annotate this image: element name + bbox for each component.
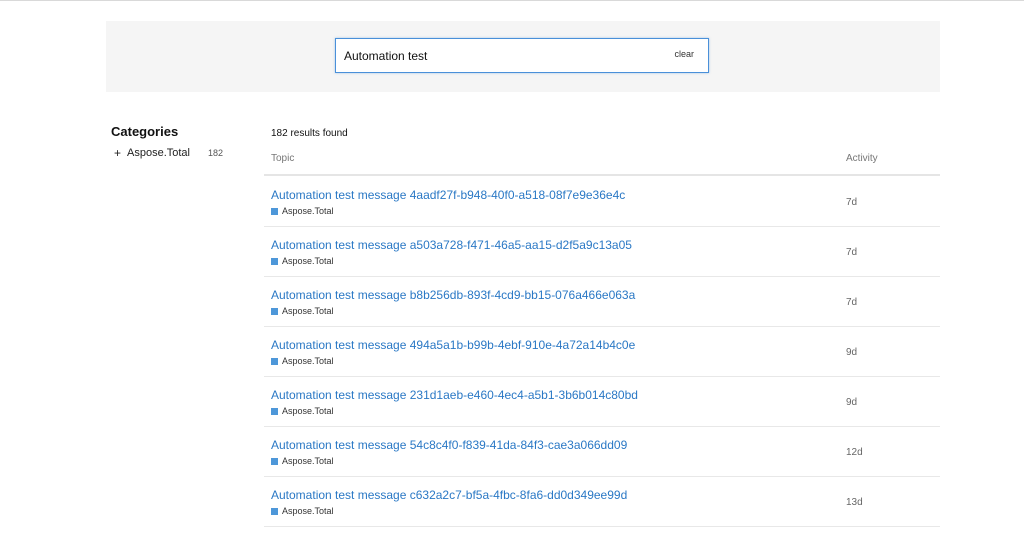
topic-category-badge[interactable]: Aspose.Total bbox=[271, 456, 334, 466]
topic-activity: 13d bbox=[846, 497, 863, 508]
table-row: Automation test message 494a5a1b-b99b-4e… bbox=[264, 327, 940, 377]
topic-link[interactable]: Automation test message 54c8c4f0-f839-41… bbox=[271, 438, 627, 452]
results-list: Automation test message 4aadf27f-b948-40… bbox=[264, 177, 940, 527]
topic-category-badge[interactable]: Aspose.Total bbox=[271, 206, 334, 216]
topic-category-label: Aspose.Total bbox=[282, 506, 334, 516]
table-row: Automation test message 54c8c4f0-f839-41… bbox=[264, 427, 940, 477]
topic-activity: 7d bbox=[846, 247, 858, 258]
clear-button[interactable]: clear bbox=[674, 49, 694, 59]
topic-activity: 9d bbox=[846, 397, 858, 408]
category-square-icon bbox=[271, 257, 278, 265]
topic-activity: 9d bbox=[846, 347, 858, 358]
search-panel: clear bbox=[106, 21, 940, 92]
topic-activity: 7d bbox=[846, 197, 858, 208]
topic-category-label: Aspose.Total bbox=[282, 206, 334, 216]
topic-category-label: Aspose.Total bbox=[282, 406, 334, 416]
column-header-topic[interactable]: Topic bbox=[271, 153, 294, 164]
table-row: Automation test message a503a728-f471-46… bbox=[264, 227, 940, 277]
topic-link[interactable]: Automation test message 231d1aeb-e460-4e… bbox=[271, 388, 638, 402]
topic-link[interactable]: Automation test message 4aadf27f-b948-40… bbox=[271, 188, 625, 202]
topic-link[interactable]: Automation test message 494a5a1b-b99b-4e… bbox=[271, 338, 635, 352]
topic-category-badge[interactable]: Aspose.Total bbox=[271, 306, 334, 316]
category-square-icon bbox=[271, 507, 278, 515]
category-square-icon bbox=[271, 307, 278, 315]
results-count: 182 results found bbox=[271, 128, 348, 139]
topic-category-badge[interactable]: Aspose.Total bbox=[271, 356, 334, 366]
topic-category-label: Aspose.Total bbox=[282, 456, 334, 466]
category-square-icon bbox=[271, 357, 278, 365]
top-divider bbox=[0, 0, 1024, 1]
topic-activity: 12d bbox=[846, 447, 863, 458]
category-item-aspose-total[interactable]: + Aspose.Total 182 bbox=[111, 146, 241, 160]
topic-category-label: Aspose.Total bbox=[282, 306, 334, 316]
category-square-icon bbox=[271, 207, 278, 215]
column-header-activity[interactable]: Activity bbox=[846, 153, 878, 164]
search-input[interactable] bbox=[336, 39, 664, 72]
topic-link[interactable]: Automation test message b8b256db-893f-4c… bbox=[271, 288, 635, 302]
topic-activity: 7d bbox=[846, 297, 858, 308]
table-row: Automation test message b8b256db-893f-4c… bbox=[264, 277, 940, 327]
category-count: 182 bbox=[208, 148, 224, 158]
topic-category-badge[interactable]: Aspose.Total bbox=[271, 506, 334, 516]
topic-category-label: Aspose.Total bbox=[282, 256, 334, 266]
table-row: Automation test message c632a2c7-bf5a-4f… bbox=[264, 477, 940, 527]
table-header: Topic Activity bbox=[264, 150, 940, 176]
topic-category-badge[interactable]: Aspose.Total bbox=[271, 406, 334, 416]
sidebar-title: Categories bbox=[111, 124, 179, 139]
topic-link[interactable]: Automation test message c632a2c7-bf5a-4f… bbox=[271, 488, 627, 502]
category-square-icon bbox=[271, 457, 278, 465]
search-box[interactable]: clear bbox=[335, 38, 709, 73]
topic-category-badge[interactable]: Aspose.Total bbox=[271, 256, 334, 266]
category-square-icon bbox=[271, 407, 278, 415]
categories-sidebar: Categories + Aspose.Total 182 bbox=[111, 124, 241, 160]
topic-category-label: Aspose.Total bbox=[282, 356, 334, 366]
topic-link[interactable]: Automation test message a503a728-f471-46… bbox=[271, 238, 632, 252]
table-row: Automation test message 4aadf27f-b948-40… bbox=[264, 177, 940, 227]
plus-icon[interactable]: + bbox=[114, 146, 126, 160]
category-label: Aspose.Total bbox=[127, 147, 190, 159]
table-row: Automation test message 231d1aeb-e460-4e… bbox=[264, 377, 940, 427]
